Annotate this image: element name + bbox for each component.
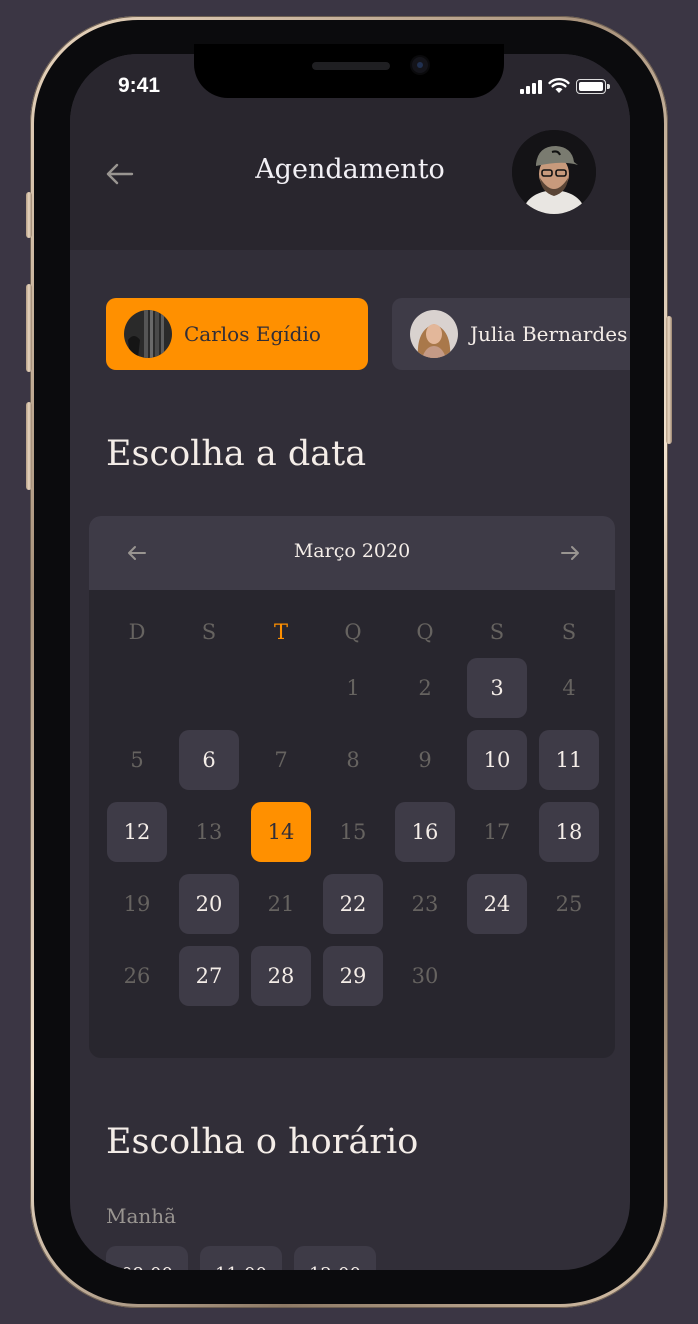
provider-card[interactable]: Julia Bernardes [392, 298, 630, 370]
calendar-day[interactable]: 27 [179, 946, 239, 1006]
calendar-day: 25 [555, 892, 583, 916]
calendar-day: 4 [562, 676, 576, 700]
battery-icon [576, 78, 610, 94]
calendar-day[interactable]: 3 [467, 658, 527, 718]
calendar-day[interactable]: 10 [467, 730, 527, 790]
calendar-day[interactable]: 28 [251, 946, 311, 1006]
power-button [666, 316, 672, 444]
calendar-day: 1 [346, 676, 360, 700]
notch [194, 44, 504, 98]
calendar-day[interactable]: 24 [467, 874, 527, 934]
status-icons [520, 78, 610, 94]
weekday-label: D [128, 620, 146, 644]
calendar-day: 21 [267, 892, 295, 916]
calendar-day: 9 [418, 748, 432, 772]
calendar-day: 23 [411, 892, 439, 916]
calendar-day[interactable]: 11 [539, 730, 599, 790]
calendar-day: 5 [130, 748, 144, 772]
calendar-day[interactable]: 29 [323, 946, 383, 1006]
calendar-day: 19 [123, 892, 151, 916]
calendar-header: Março 2020 [89, 516, 615, 590]
volume-down-button [26, 284, 32, 372]
provider-name: Julia Bernardes [470, 322, 628, 346]
time-slot[interactable]: 09:00 [106, 1246, 188, 1270]
cellular-signal-icon [520, 79, 542, 94]
calendar-day[interactable]: 20 [179, 874, 239, 934]
weekday-label: T [273, 620, 288, 644]
provider-card-selected[interactable]: Carlos Egídio [106, 298, 368, 370]
provider-name: Carlos Egídio [184, 322, 321, 346]
calendar-day: 15 [339, 820, 367, 844]
calendar-day[interactable]: 6 [179, 730, 239, 790]
calendar-day[interactable]: 16 [395, 802, 455, 862]
calendar: Março 2020 DSTQQSS 1 2 3 4 5 6 7 8 9 10 11 12 13 14 15… [89, 516, 615, 1058]
silent-switch [26, 402, 32, 490]
calendar-day[interactable]: 22 [323, 874, 383, 934]
user-avatar[interactable] [512, 130, 596, 214]
provider-avatar [124, 310, 172, 358]
calendar-day: 8 [346, 748, 360, 772]
weekday-label: S [489, 620, 505, 644]
wifi-icon [548, 78, 570, 93]
calendar-day-selected[interactable]: 14 [251, 802, 311, 862]
status-time: 9:41 [118, 74, 161, 97]
weekday-label: Q [416, 620, 434, 644]
calendar-day: 13 [195, 820, 223, 844]
volume-up-button [26, 192, 32, 238]
front-camera [412, 57, 428, 73]
period-label: Manhã [106, 1204, 177, 1228]
calendar-day: 17 [483, 820, 511, 844]
weekday-label: S [201, 620, 217, 644]
calendar-day: 7 [274, 748, 288, 772]
time-section-title: Escolha o horário [106, 1122, 419, 1162]
weekday-label: Q [344, 620, 362, 644]
arrow-right-icon[interactable] [557, 540, 583, 566]
calendar-day: 30 [411, 964, 439, 988]
provider-avatar [410, 310, 458, 358]
calendar-day: 2 [418, 676, 432, 700]
time-slot[interactable]: 12:00 [294, 1246, 376, 1270]
calendar-day[interactable]: 18 [539, 802, 599, 862]
calendar-day: 26 [123, 964, 151, 988]
user-avatar-image [512, 130, 596, 214]
calendar-month-label: Março 2020 [293, 540, 411, 562]
weekday-label: S [561, 620, 577, 644]
calendar-day[interactable]: 12 [107, 802, 167, 862]
date-section-title: Escolha a data [106, 434, 367, 474]
speaker-grille [312, 62, 390, 70]
time-slot[interactable]: 11:00 [200, 1246, 282, 1270]
app-screen: 9:41 Agendamento Carlos Egídio Julia Ber… [70, 54, 630, 1270]
